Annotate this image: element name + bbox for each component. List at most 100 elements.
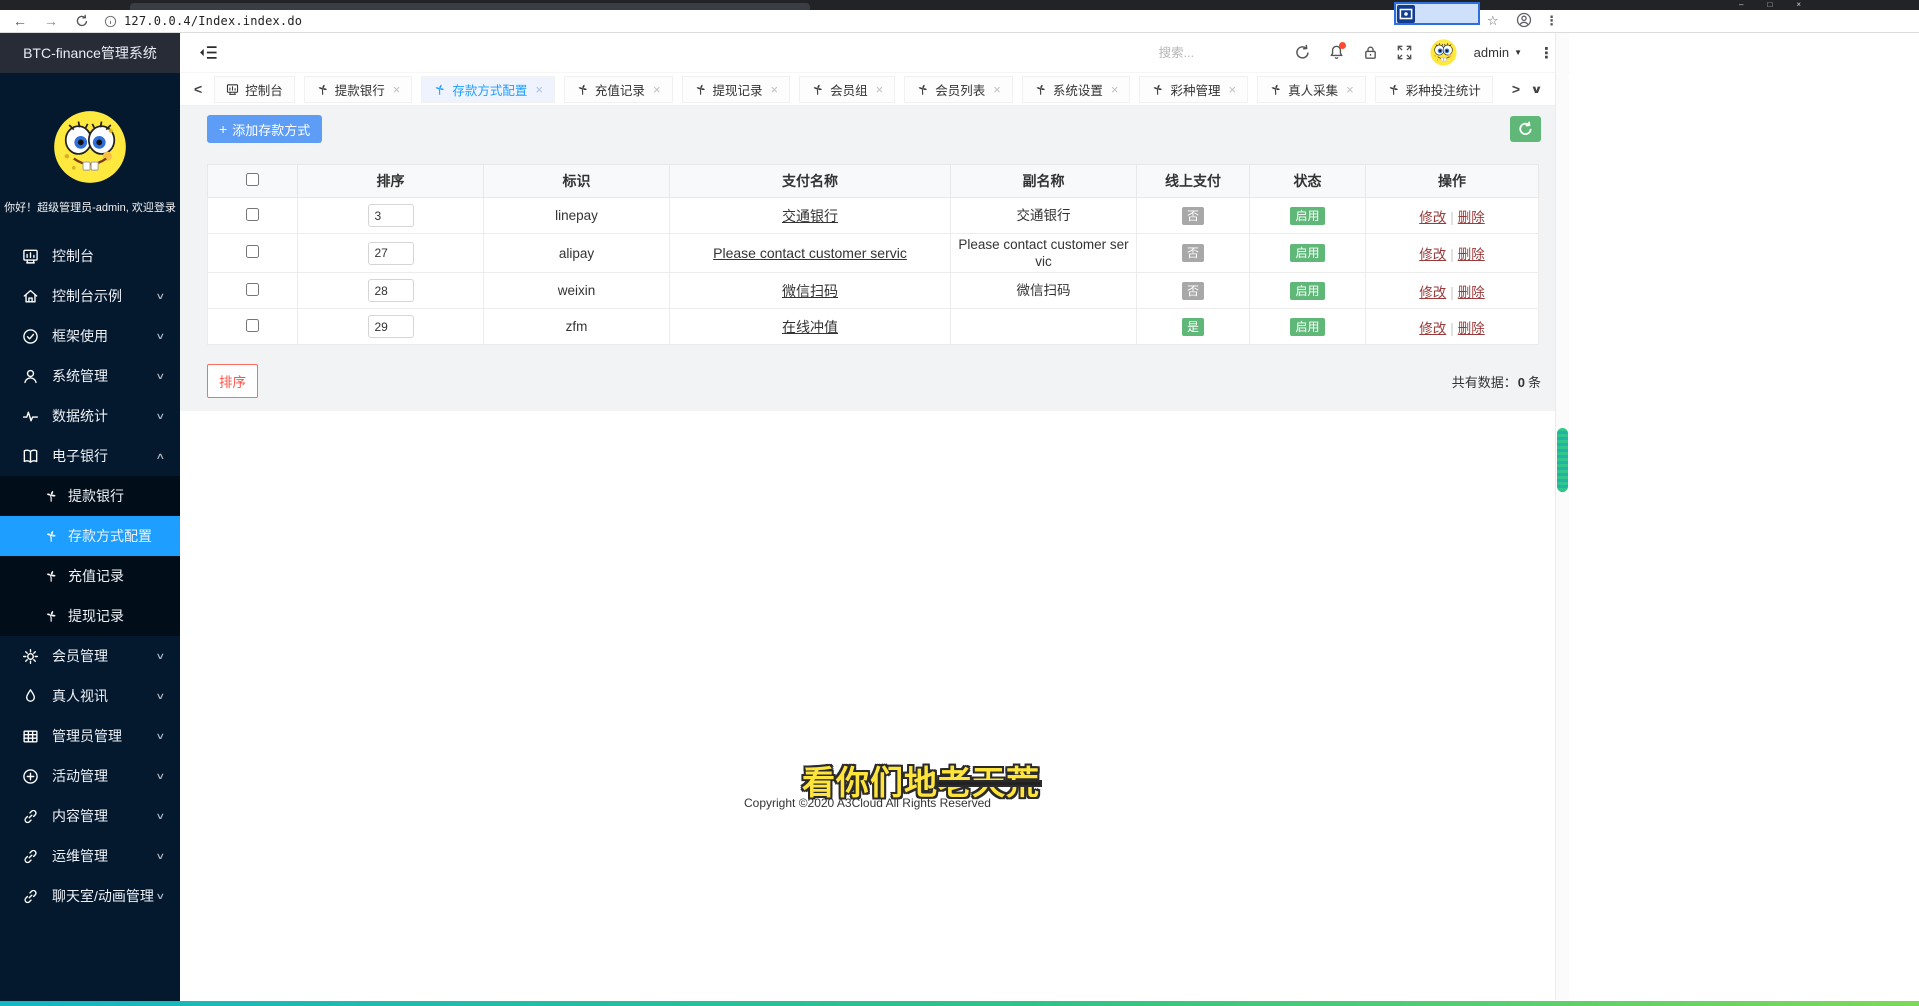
sidebar-menu-item[interactable]: 管理员管理 ∨ (0, 716, 180, 756)
pay-name-link[interactable]: 交通银行 (782, 208, 838, 224)
row-checkbox[interactable] (246, 208, 259, 221)
select-all-checkbox[interactable] (246, 173, 259, 186)
browser-tab[interactable] (130, 3, 810, 10)
fullscreen-icon[interactable] (1396, 44, 1413, 61)
notifications-bell-icon[interactable] (1328, 44, 1345, 61)
tab[interactable]: 提现记录 × (682, 76, 791, 103)
sidebar-menu-item[interactable]: 控制台 (0, 236, 180, 276)
user-menu[interactable]: admin▼ (1474, 45, 1522, 60)
maximize-button[interactable]: □ (1767, 0, 1772, 10)
site-info-icon[interactable] (104, 15, 117, 28)
sidebar-menu-item[interactable]: 控制台示例 ∨ (0, 276, 180, 316)
sidebar-menu-item[interactable]: 会员管理 ∨ (0, 636, 180, 676)
tab[interactable]: 彩种管理 × (1139, 76, 1248, 103)
sidebar-avatar[interactable] (53, 110, 127, 184)
delete-link[interactable]: 删除 (1458, 210, 1485, 225)
bookmark-star-icon[interactable]: ☆ (1487, 13, 1499, 29)
sort-input[interactable] (368, 204, 414, 227)
notification-badge (1339, 42, 1346, 49)
row-checkbox[interactable] (246, 283, 259, 296)
column-header-online: 线上支付 (1137, 165, 1250, 198)
sidebar-menu-item[interactable]: 聊天室/动画管理 ∨ (0, 876, 180, 916)
tab-close-icon[interactable]: × (993, 82, 1001, 97)
forward-icon[interactable]: → (44, 13, 58, 29)
sort-button[interactable]: 排序 (207, 364, 258, 398)
collapse-sidebar-icon[interactable] (198, 45, 218, 60)
sidebar-menu-item[interactable]: 系统管理 ∨ (0, 356, 180, 396)
tab[interactable]: 控制台 (214, 76, 295, 103)
tabs-scroll-left-icon[interactable]: < (188, 81, 208, 97)
delete-link[interactable]: 删除 (1458, 247, 1485, 262)
sort-input[interactable] (368, 279, 414, 302)
more-options-icon[interactable]: ⋮ (1539, 44, 1554, 62)
row-checkbox[interactable] (246, 245, 259, 258)
sidebar-menu-item[interactable]: 数据统计 ∨ (0, 396, 180, 436)
reload-icon[interactable] (75, 14, 89, 28)
sidebar-menu-item[interactable]: 真人视讯 ∨ (0, 676, 180, 716)
screen-capture-extension[interactable] (1394, 2, 1480, 25)
chevron-down-icon: ∨ (156, 891, 166, 902)
tab[interactable]: 会员列表 × (904, 76, 1013, 103)
tab-close-icon[interactable]: × (1111, 82, 1119, 97)
tab-close-icon[interactable]: × (1346, 82, 1354, 97)
close-button[interactable]: × (1796, 0, 1801, 10)
tab[interactable]: 系统设置 × (1022, 76, 1131, 103)
pay-name-link[interactable]: Please contact customer servic (713, 245, 907, 261)
extension-icon (1397, 5, 1415, 23)
app-logo[interactable]: BTC-finance管理系统 (0, 33, 180, 73)
edit-link[interactable]: 修改 (1419, 210, 1446, 225)
checkbox-cell (208, 309, 298, 345)
refresh-icon[interactable] (1294, 44, 1311, 61)
delete-link[interactable]: 删除 (1458, 321, 1485, 336)
scrollbar-thumb[interactable] (1557, 428, 1568, 492)
sidebar-menu-item[interactable]: 框架使用 ∨ (0, 316, 180, 356)
tab[interactable]: 会员组 × (799, 76, 895, 103)
edit-link[interactable]: 修改 (1419, 321, 1446, 336)
tab-close-icon[interactable]: × (1228, 82, 1236, 97)
sidebar-submenu-item[interactable]: 提现记录 (0, 596, 180, 636)
tab-close-icon[interactable]: × (535, 82, 543, 97)
sidebar-menu-item[interactable]: 运维管理 ∨ (0, 836, 180, 876)
tab-close-icon[interactable]: × (876, 82, 884, 97)
sidebar-menu-item[interactable]: 活动管理 ∨ (0, 756, 180, 796)
search-input[interactable] (1159, 46, 1277, 60)
back-icon[interactable]: ← (13, 13, 27, 29)
refresh-table-button[interactable] (1510, 116, 1541, 142)
sub-name-cell: 微信扫码 (951, 273, 1137, 309)
sidebar-submenu-item[interactable]: 提款银行 (0, 476, 180, 516)
tab-close-icon[interactable]: × (771, 82, 779, 97)
user-avatar[interactable] (1430, 39, 1457, 66)
tab[interactable]: 真人采集 × (1257, 76, 1366, 103)
row-checkbox[interactable] (246, 319, 259, 332)
tab[interactable]: 彩种投注统计 (1375, 76, 1493, 103)
sidebar-submenu-item[interactable]: 存款方式配置 (0, 516, 180, 556)
lock-icon[interactable] (1362, 44, 1379, 61)
tab-close-icon[interactable]: × (653, 82, 661, 97)
tab[interactable]: 充值记录 × (564, 76, 673, 103)
chevron-down-icon: ∨ (156, 731, 166, 742)
edit-link[interactable]: 修改 (1419, 247, 1446, 262)
code-cell: linepay (484, 198, 670, 234)
pay-name-link[interactable]: 在线冲值 (782, 319, 838, 335)
delete-link[interactable]: 删除 (1458, 285, 1485, 300)
browser-menu-icon[interactable]: ⋮ (1545, 13, 1558, 29)
sidebar-submenu-item[interactable]: 充值记录 (0, 556, 180, 596)
header-actions: admin▼ ⋮ (1159, 39, 1570, 66)
browser-profile-icon[interactable] (1516, 12, 1532, 28)
edit-link[interactable]: 修改 (1419, 285, 1446, 300)
address-bar[interactable]: 127.0.0.4/Index.index.do (124, 14, 302, 28)
tab[interactable]: 提款银行 × (304, 76, 413, 103)
sidebar-menu-item[interactable]: 电子银行 ∧ (0, 436, 180, 476)
tab-close-icon[interactable]: × (393, 82, 401, 97)
sidebar-menu-item[interactable]: 内容管理 ∨ (0, 796, 180, 836)
tab[interactable]: 存款方式配置 × (421, 76, 555, 103)
minimize-button[interactable]: – (1739, 0, 1743, 10)
pay-name-link[interactable]: 微信扫码 (782, 283, 838, 299)
sort-input[interactable] (368, 315, 414, 338)
separator: | (1450, 247, 1454, 262)
add-deposit-method-button[interactable]: +添加存款方式 (207, 115, 322, 143)
scrollbar[interactable] (1555, 33, 1569, 1000)
tabs-menu-icon[interactable]: ∨ (1522, 83, 1551, 96)
sort-input[interactable] (368, 242, 414, 265)
online-badge: 否 (1182, 282, 1204, 300)
